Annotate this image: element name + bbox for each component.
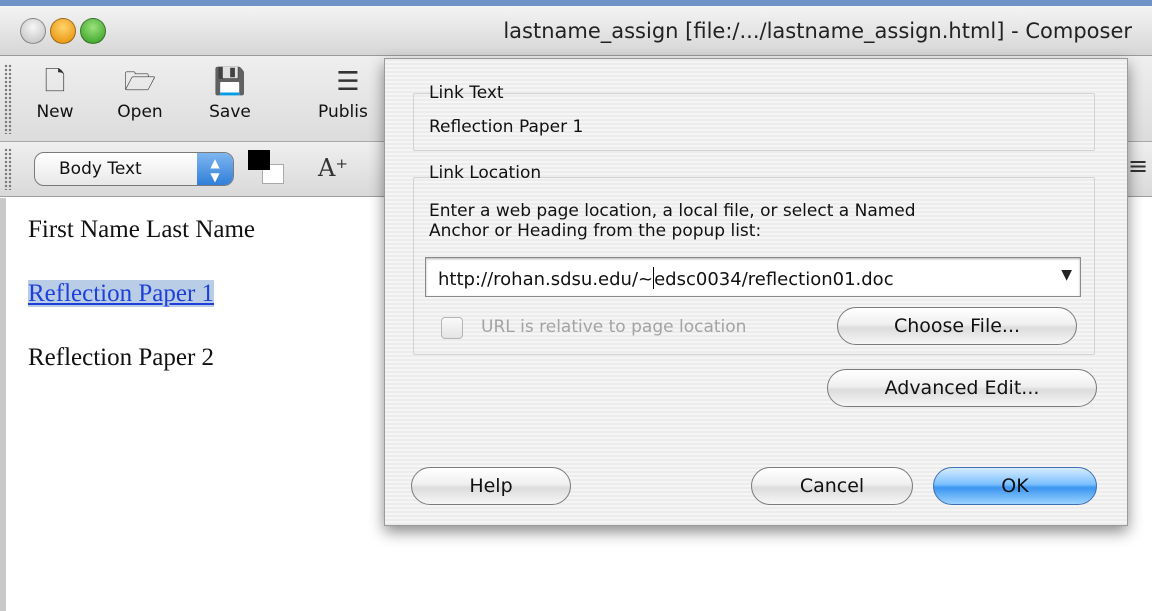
text-color-picker[interactable] [248, 150, 288, 186]
open-folder-icon: 🗁 [123, 67, 157, 97]
link-properties-dialog: Link Text Reflection Paper 1 Link Locati… [384, 58, 1128, 526]
instructions-line-2: Anchor or Heading from the popup list: [429, 221, 762, 241]
new-button-label: New [36, 102, 74, 122]
open-button[interactable]: 🗁 Open [100, 62, 180, 122]
new-page-icon: 🗋 [44, 67, 66, 97]
align-justify-icon[interactable]: ≡ [1128, 152, 1148, 180]
zoom-window-button[interactable] [80, 18, 106, 44]
paragraph-format-select[interactable]: Body Text ▲ ▼ [34, 152, 234, 186]
save-button[interactable]: 💾 Save [190, 62, 270, 122]
close-window-button[interactable] [20, 18, 46, 44]
select-arrows-icon: ▲ ▼ [197, 153, 233, 185]
advanced-edit-button[interactable]: Advanced Edit... [827, 369, 1097, 407]
save-disk-icon: 💾 [213, 67, 247, 97]
document-line-paper-2: Reflection Paper 2 [28, 344, 215, 371]
publish-icon: ☰ [336, 67, 360, 97]
publish-button-label: Publis [318, 102, 368, 122]
font-size-larger-icon[interactable]: A⁺ [318, 154, 348, 182]
link-location-group-title: Link Location [429, 163, 542, 183]
foreground-color-swatch [248, 150, 270, 170]
relative-url-checkbox[interactable] [441, 317, 463, 339]
instructions-line-1: Enter a web page location, a local file,… [429, 201, 916, 221]
toolbar-grip[interactable] [4, 64, 12, 134]
url-text-after-caret: edsc0034/reflection01.doc [654, 269, 894, 290]
minimize-window-button[interactable] [50, 18, 76, 44]
url-text-before-caret: http://rohan.sdsu.edu/~ [438, 269, 654, 290]
url-input[interactable]: http://rohan.sdsu.edu/~edsc0034/reflecti… [425, 257, 1081, 297]
save-button-label: Save [209, 102, 251, 122]
window-titlebar: lastname_assign [file:/.../lastname_assi… [0, 0, 1152, 56]
choose-file-button[interactable]: Choose File... [837, 307, 1077, 345]
new-button[interactable]: 🗋 New [20, 62, 90, 122]
link-reflection-paper-1[interactable]: Reflection Paper 1 [28, 280, 215, 307]
url-history-dropdown-icon[interactable]: ▼ [1061, 267, 1072, 283]
document-link[interactable]: Reflection Paper 1 [28, 280, 215, 308]
format-toolbar-grip[interactable] [4, 148, 12, 190]
document-line-name: First Name Last Name [28, 216, 256, 243]
paragraph-format-value: Body Text [59, 159, 142, 179]
publish-button[interactable]: ☰ Publis [318, 62, 384, 122]
help-button[interactable]: Help [411, 467, 571, 505]
open-button-label: Open [117, 102, 163, 122]
window-title: lastname_assign [file:/.../lastname_assi… [503, 19, 1132, 43]
cancel-button[interactable]: Cancel [751, 467, 913, 505]
ok-button[interactable]: OK [933, 467, 1097, 505]
link-text-group-title: Link Text [429, 83, 504, 103]
link-text-value: Reflection Paper 1 [429, 117, 584, 137]
relative-url-label: URL is relative to page location [481, 317, 747, 337]
